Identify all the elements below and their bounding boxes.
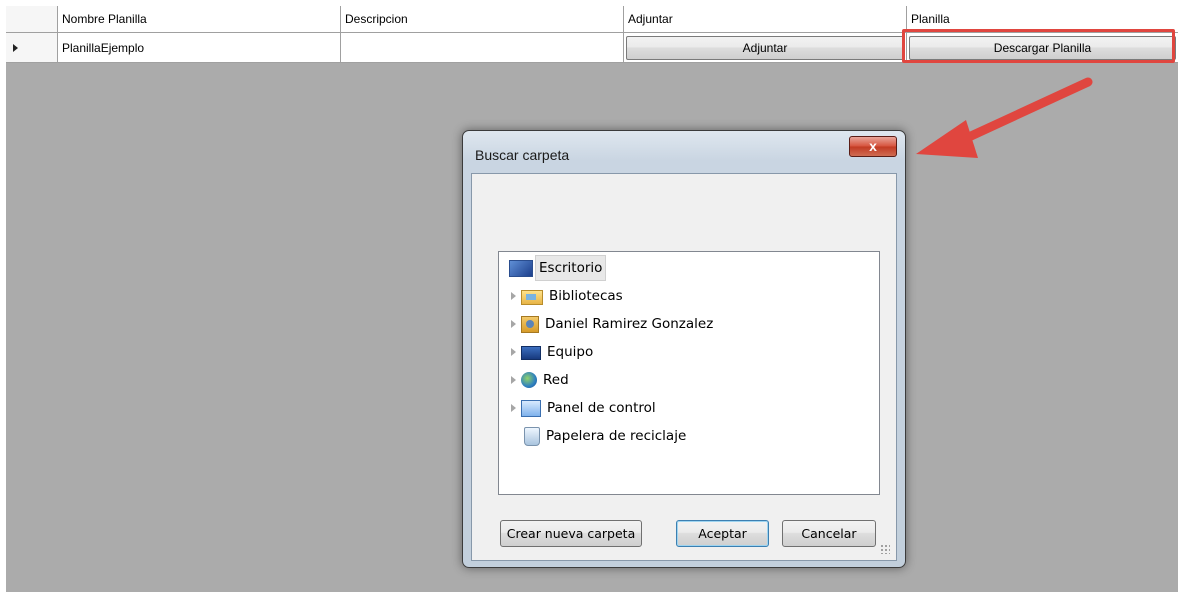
table-row[interactable]: PlanillaEjemplo Adjuntar Descargar Plani…	[6, 33, 1178, 63]
descargar-planilla-button[interactable]: Descargar Planilla	[909, 36, 1176, 60]
column-header-descripcion[interactable]: Descripcion	[341, 6, 624, 32]
folder-tree[interactable]: Escritorio Bibliotecas Daniel Ramirez Go…	[498, 251, 880, 495]
buscar-carpeta-dialog: Buscar carpeta x Escritorio Bibliotecas …	[462, 130, 906, 568]
tree-item-usuario[interactable]: Daniel Ramirez Gonzalez	[511, 312, 717, 336]
user-folder-icon	[521, 315, 539, 333]
tree-item-papelera[interactable]: Papelera de reciclaje	[521, 424, 690, 448]
row-header-corner[interactable]	[6, 6, 58, 32]
tree-item-escritorio[interactable]: Escritorio	[509, 255, 607, 281]
adjuntar-button[interactable]: Adjuntar	[626, 36, 904, 60]
expand-arrow-icon[interactable]	[511, 320, 516, 328]
network-icon	[521, 372, 537, 388]
tree-item-red[interactable]: Red	[511, 368, 573, 392]
tree-item-panel-de-control[interactable]: Panel de control	[511, 396, 660, 420]
dialog-client-area: Escritorio Bibliotecas Daniel Ramirez Go…	[471, 173, 897, 561]
libraries-folder-icon	[521, 289, 543, 305]
row-selector[interactable]	[6, 33, 58, 63]
tree-item-equipo[interactable]: Equipo	[511, 340, 597, 364]
tree-item-label: Equipo	[547, 344, 594, 360]
current-row-arrow-icon	[13, 44, 18, 52]
column-header-adjuntar[interactable]: Adjuntar	[624, 6, 907, 32]
control-panel-icon	[521, 399, 541, 417]
expand-arrow-icon[interactable]	[511, 348, 516, 356]
computer-icon	[521, 346, 541, 360]
tree-item-label: Papelera de reciclaje	[546, 428, 687, 444]
cancelar-button[interactable]: Cancelar	[782, 520, 876, 547]
cell-adjuntar: Adjuntar	[624, 33, 907, 63]
recycle-bin-icon	[524, 426, 540, 446]
close-icon: x	[869, 138, 877, 154]
tree-item-label: Panel de control	[547, 400, 656, 416]
column-header-nombre[interactable]: Nombre Planilla	[58, 6, 341, 32]
desktop-icon	[509, 259, 533, 277]
dialog-title: Buscar carpeta	[475, 147, 570, 163]
expand-arrow-icon[interactable]	[511, 292, 516, 300]
cell-planilla: Descargar Planilla	[907, 33, 1178, 63]
expand-arrow-icon[interactable]	[511, 376, 516, 384]
aceptar-button[interactable]: Aceptar	[676, 520, 769, 547]
tree-item-label: Red	[543, 372, 569, 388]
cell-descripcion[interactable]	[341, 33, 624, 63]
cell-nombre[interactable]: PlanillaEjemplo	[58, 33, 341, 63]
grid-header: Nombre Planilla Descripcion Adjuntar Pla…	[6, 6, 1178, 33]
tree-item-label: Escritorio	[535, 255, 607, 281]
expand-arrow-icon[interactable]	[511, 404, 516, 412]
tree-item-label: Daniel Ramirez Gonzalez	[545, 316, 714, 332]
tree-item-label: Bibliotecas	[549, 288, 623, 304]
close-button[interactable]: x	[849, 136, 897, 157]
resize-grip-icon[interactable]	[880, 544, 890, 554]
column-header-planilla[interactable]: Planilla	[907, 6, 1178, 32]
crear-nueva-carpeta-button[interactable]: Crear nueva carpeta	[500, 520, 642, 547]
tree-item-bibliotecas[interactable]: Bibliotecas	[511, 284, 627, 308]
